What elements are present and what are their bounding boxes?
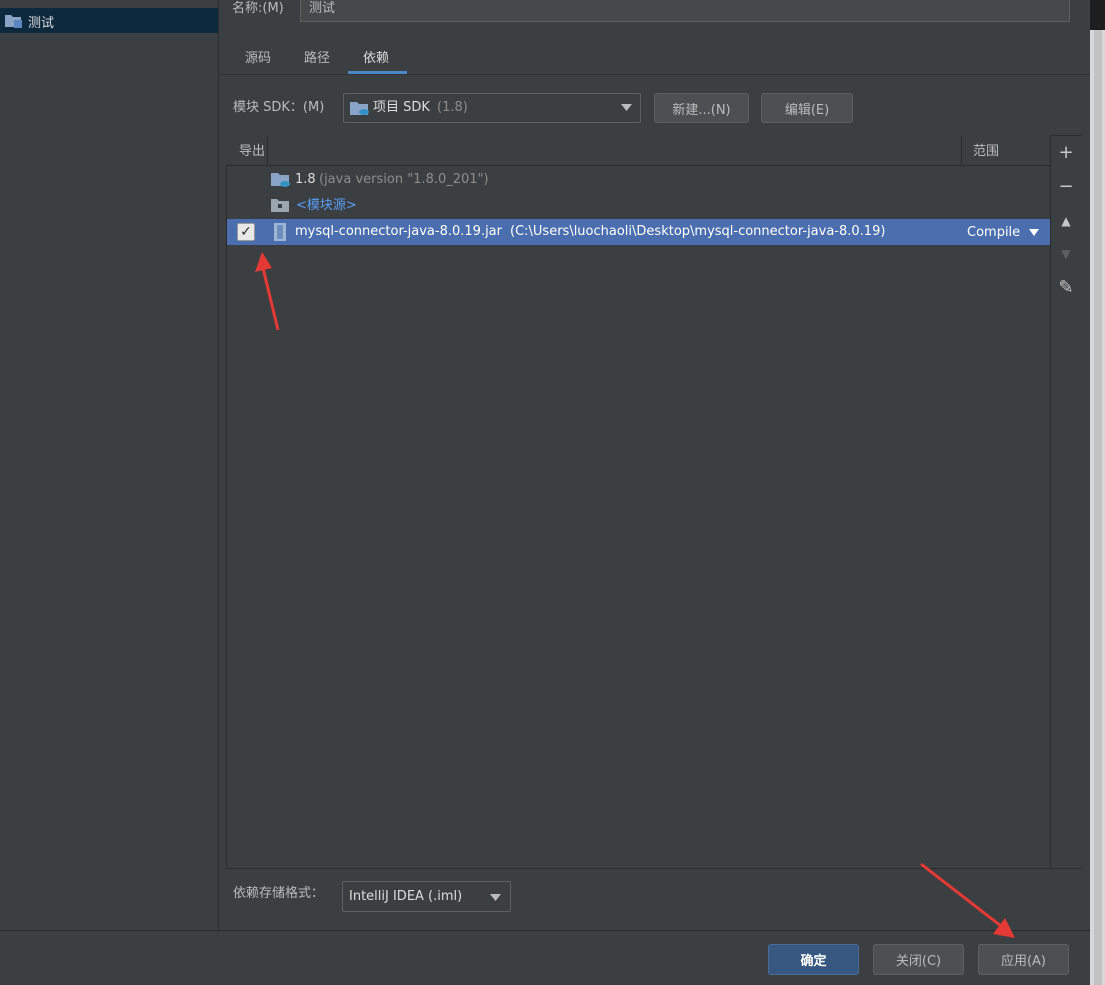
source-folder-icon [271,199,289,212]
annotation-arrow [255,252,280,331]
dependency-jdk-name[interactable]: 1.8 [295,171,316,189]
module-sdk-value: 项目 SDK [373,100,430,115]
module-sdk-label: 模块 SDK：(M) [233,100,325,115]
dependency-module-source[interactable]: <模块源> [296,197,357,215]
name-field[interactable] [300,0,1070,22]
dependency-jar-name: mysql-connector-java-8.0.19.jar [295,224,502,239]
apply-button[interactable]: 应用(A) [978,944,1069,975]
add-icon[interactable]: + [1056,143,1076,163]
module-sdk-version: (1.8) [437,100,468,115]
scrollbar[interactable] [1094,30,1102,985]
dependencies-table [226,135,1082,869]
storage-format-value: IntelliJ IDEA (.iml) [349,889,463,904]
tab-paths[interactable]: 路径 [304,50,330,68]
tab-dependencies[interactable]: 依赖 [363,50,389,68]
window-edge-top [1090,0,1105,30]
scope-select[interactable]: Compile [967,224,1020,242]
close-button[interactable]: 关闭(C) [873,944,964,975]
export-checkbox[interactable]: ✓ [237,223,255,241]
edit-sdk-button[interactable]: 编辑(E) [761,93,853,123]
new-sdk-button[interactable]: 新建...(N) [654,93,749,123]
name-label: 名称:(M) [232,1,284,16]
storage-format-label: 依赖存储格式： [233,886,325,901]
move-up-icon[interactable]: ▲ [1056,211,1076,231]
column-header-export[interactable]: 导出 [239,143,265,161]
module-tree [0,0,219,930]
remove-icon[interactable]: − [1056,177,1076,197]
tabs-divider [218,74,1090,75]
column-header-scope[interactable]: 范围 [973,143,999,161]
table-header [226,135,1050,166]
chevron-down-icon [1029,229,1039,236]
move-down-icon[interactable]: ▼ [1056,244,1076,264]
annotation-arrow [920,862,1015,938]
sdk-folder-icon [350,102,369,115]
chevron-down-icon [490,894,501,901]
chevron-down-icon [621,104,632,111]
column-separator [961,136,962,166]
edit-icon[interactable]: ✎ [1056,278,1076,298]
dependency-jar-path: (C:\Users\luochaoli\Desktop\mysql-connec… [510,224,886,239]
tab-sources[interactable]: 源码 [245,50,271,68]
tab-active-indicator [348,71,407,74]
jdk-folder-icon [271,173,290,187]
module-folder-icon [5,15,22,28]
name-field-value: 测试 [309,1,336,16]
jar-icon [274,223,286,241]
dependency-jdk-detail: (java version "1.8.0_201") [319,172,489,187]
ok-button[interactable]: 确定 [768,944,859,975]
column-separator [267,136,268,166]
module-tree-label: 测试 [28,16,55,31]
